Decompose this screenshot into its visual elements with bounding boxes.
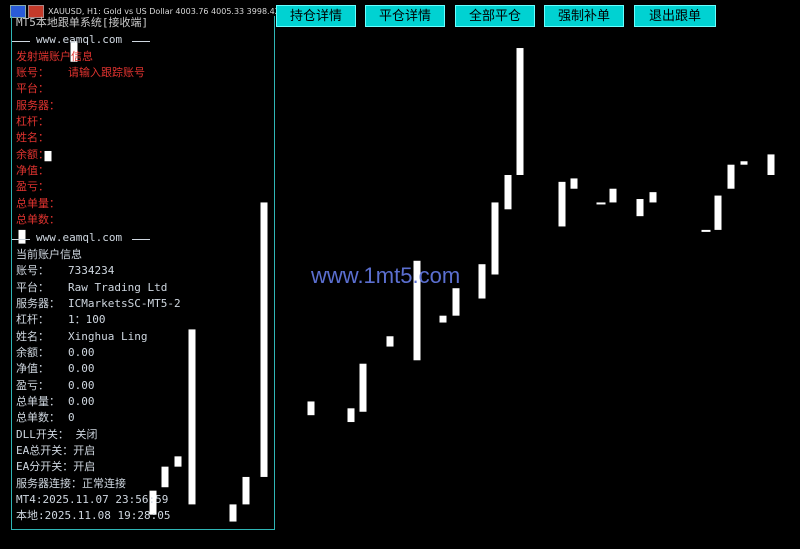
server-connection-status: 服务器连接：正常连接: [16, 477, 126, 490]
current-account-label: 账号：: [16, 264, 49, 277]
current-server-label: 服务器：: [16, 297, 60, 310]
candle: [609, 188, 617, 203]
sender-platform-label: 平台：: [16, 82, 49, 95]
candle: [767, 154, 775, 175]
candle: [452, 288, 460, 316]
candle: [386, 336, 394, 347]
candle: [570, 178, 578, 189]
candle: [359, 363, 367, 412]
candle: [478, 264, 486, 299]
sender-profit-label: 盈亏：: [16, 180, 49, 193]
current-profit-value: 0.00: [68, 379, 95, 392]
current-equity-value: 0.00: [68, 362, 95, 375]
candle: [636, 199, 644, 217]
closed-detail-button[interactable]: 平仓详情: [365, 5, 445, 27]
current-equity-label: 净值：: [16, 362, 49, 375]
current-name-value: Xinghua Ling: [68, 330, 148, 343]
current-leverage-label: 杠杆：: [16, 313, 49, 326]
candle: [740, 161, 748, 165]
candle: [347, 408, 355, 423]
site-url-top: www.eamql.com: [36, 33, 123, 46]
current-total-lots-label: 总单量：: [16, 395, 60, 408]
watermark: www.1mt5.com: [311, 263, 461, 288]
sender-total-orders-label: 总单数：: [16, 213, 60, 226]
site-separator-bottom: www.eamql.com: [12, 231, 150, 244]
current-balance-value: 0.00: [68, 346, 95, 359]
sender-balance-label: 余额：: [16, 148, 49, 161]
dll-switch-status: DLL开关： 关闭: [16, 428, 98, 441]
local-time: 本地:2025.11.08 19:28:05: [16, 509, 171, 522]
current-account-row: 账号： 7334234: [16, 264, 114, 278]
site-url-bottom: www.eamql.com: [36, 231, 123, 244]
current-total-orders-row: 总单数： 0: [16, 411, 75, 425]
current-account-value: 7334234: [68, 264, 115, 277]
candle: [491, 202, 499, 275]
current-total-lots-row: 总单量： 0.00: [16, 395, 95, 409]
sender-leverage-label: 杠杆：: [16, 115, 49, 128]
candle: [504, 174, 512, 210]
candle: [516, 48, 524, 175]
current-total-lots-value: 0.00: [68, 395, 95, 408]
sender-server-label: 服务器：: [16, 99, 60, 112]
ea-master-switch-status: EA总开关：开启: [16, 444, 96, 457]
current-leverage-value: 1：100: [68, 313, 106, 326]
candle: [714, 195, 722, 230]
sender-header: 发射端账户信息: [16, 50, 93, 63]
sender-equity-label: 净值：: [16, 164, 49, 177]
current-balance-row: 余额： 0.00: [16, 346, 95, 360]
current-profit-label: 盈亏：: [16, 379, 49, 392]
panel-title: MT5本地跟单系统[接收端]: [16, 16, 149, 29]
current-total-orders-label: 总单数：: [16, 411, 60, 424]
close-all-button[interactable]: 全部平仓: [455, 5, 535, 27]
candle: [558, 181, 566, 227]
candle: [649, 192, 657, 203]
candle: [727, 164, 735, 189]
current-header: 当前账户信息: [16, 248, 82, 261]
current-name-row: 姓名： Xinghua Ling: [16, 330, 147, 344]
force-fill-button[interactable]: 强制补单: [544, 5, 624, 27]
current-platform-value: Raw Trading Ltd: [68, 281, 168, 294]
sender-account-input[interactable]: 请输入跟踪账号: [68, 66, 145, 80]
current-server-value: ICMarketsSC-MT5-2: [68, 297, 181, 310]
site-separator-top: www.eamql.com: [12, 33, 150, 46]
mt4-time: MT4:2025.11.07 23:56:59: [16, 493, 169, 506]
window-title: XAUUSD, H1: Gold vs US Dollar 4003.76 40…: [48, 6, 303, 16]
current-leverage-row: 杠杆： 1：100: [16, 313, 106, 327]
ea-sub-switch-status: EA分开关：开启: [16, 460, 96, 473]
candle: [307, 401, 315, 416]
current-balance-label: 余额：: [16, 346, 49, 359]
positions-detail-button[interactable]: 持仓详情: [276, 5, 356, 27]
current-platform-row: 平台： Raw Trading Ltd: [16, 281, 167, 295]
exit-copy-button[interactable]: 退出跟单: [634, 5, 716, 27]
current-total-orders-value: 0: [68, 411, 75, 424]
sender-account-label: 账号：: [16, 66, 49, 79]
candle: [439, 315, 447, 323]
current-platform-label: 平台：: [16, 281, 49, 294]
candle: [596, 202, 606, 205]
current-profit-row: 盈亏： 0.00: [16, 379, 95, 393]
sender-account-row: 账号： 请输入跟踪账号: [16, 66, 145, 80]
candle: [701, 229, 711, 232]
current-server-row: 服务器： ICMarketsSC-MT5-2: [16, 297, 181, 311]
sender-name-label: 姓名：: [16, 131, 49, 144]
current-equity-row: 净值： 0.00: [16, 362, 95, 376]
sender-total-lots-label: 总单量：: [16, 197, 60, 210]
current-name-label: 姓名：: [16, 330, 49, 343]
